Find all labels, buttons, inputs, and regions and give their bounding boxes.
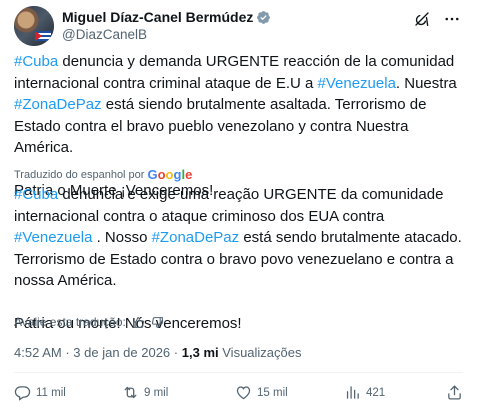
share-icon [446, 384, 463, 401]
translation-attribution[interactable]: Traduzido do espanhol por Google [14, 167, 192, 182]
like-button[interactable]: 15 mil [235, 384, 288, 401]
text-segment: . Nuestra [395, 74, 457, 92]
translation-label: Traduzido do espanhol por [14, 168, 145, 181]
share-button[interactable] [446, 384, 463, 401]
google-logo: Google [147, 167, 193, 182]
translation-paragraph: #Cuba denuncia e exige uma reação URGENT… [14, 184, 463, 292]
views-icon [344, 384, 361, 401]
heart-icon [235, 384, 252, 401]
author-block: Miguel Díaz-Canel Bermúdez @DiazCanelB [62, 9, 271, 42]
tweet-date[interactable]: 3 de jan de 2026 [73, 345, 170, 360]
reply-count: 11 mil [36, 386, 66, 399]
tweet: Miguel Díaz-Canel Bermúdez @DiazCanelB #… [0, 0, 477, 419]
text-segment: . Nosso [92, 229, 152, 246]
like-count: 15 mil [257, 386, 288, 399]
thumbs-up-icon[interactable] [132, 316, 145, 329]
author-handle[interactable]: @DiazCanelB [62, 27, 271, 42]
retweet-count: 9 mil [144, 386, 169, 399]
tweet-meta: 4:52 AM · 3 de jan de 2026 · 1,3 mi Visu… [14, 345, 302, 360]
original-paragraph: #Cuba denuncia y demanda URGENTE reacció… [14, 51, 463, 159]
tweet-text-translation: #Cuba denuncia e exige uma reação URGENT… [14, 184, 463, 334]
views-count: 1,3 mi [181, 345, 219, 360]
hashtag-link[interactable]: #Cuba [14, 186, 58, 203]
grok-icon[interactable] [413, 10, 431, 28]
more-icon[interactable] [443, 10, 461, 28]
hashtag-link[interactable]: #Cuba [14, 53, 58, 70]
action-bar: 11 mil 9 mil 15 mil 421 [14, 384, 463, 406]
tweet-time[interactable]: 4:52 AM [14, 345, 62, 360]
tweet-header: Miguel Díaz-Canel Bermúdez @DiazCanelB [14, 6, 463, 46]
views-action-count: 421 [366, 386, 386, 399]
top-actions [413, 10, 461, 28]
reply-button[interactable]: 11 mil [14, 384, 66, 401]
hashtag-link[interactable]: #Venezuela [14, 229, 92, 246]
divider [14, 372, 463, 373]
hashtag-link[interactable]: #Venezuela [318, 75, 396, 92]
thumbs-down-icon[interactable] [151, 316, 164, 329]
hashtag-link[interactable]: #ZonaDePaz [14, 96, 102, 113]
reply-icon [14, 384, 31, 401]
hashtag-link[interactable]: #ZonaDePaz [152, 229, 240, 246]
text-segment: denuncia e exige uma reação URGENTE da c… [14, 186, 444, 225]
views-label: Visualizações [222, 345, 302, 360]
views-button[interactable]: 421 [344, 384, 385, 401]
meta-separator: · [173, 345, 179, 360]
rate-translation-label: Avalie esta tradução: [14, 315, 126, 329]
retweet-icon [122, 384, 139, 401]
verified-badge-icon [256, 10, 271, 25]
rate-translation: Avalie esta tradução: [14, 315, 164, 329]
meta-separator: · [65, 345, 70, 360]
avatar[interactable] [14, 6, 54, 46]
author-name[interactable]: Miguel Díaz-Canel Bermúdez [62, 9, 253, 25]
retweet-button[interactable]: 9 mil [122, 384, 168, 401]
